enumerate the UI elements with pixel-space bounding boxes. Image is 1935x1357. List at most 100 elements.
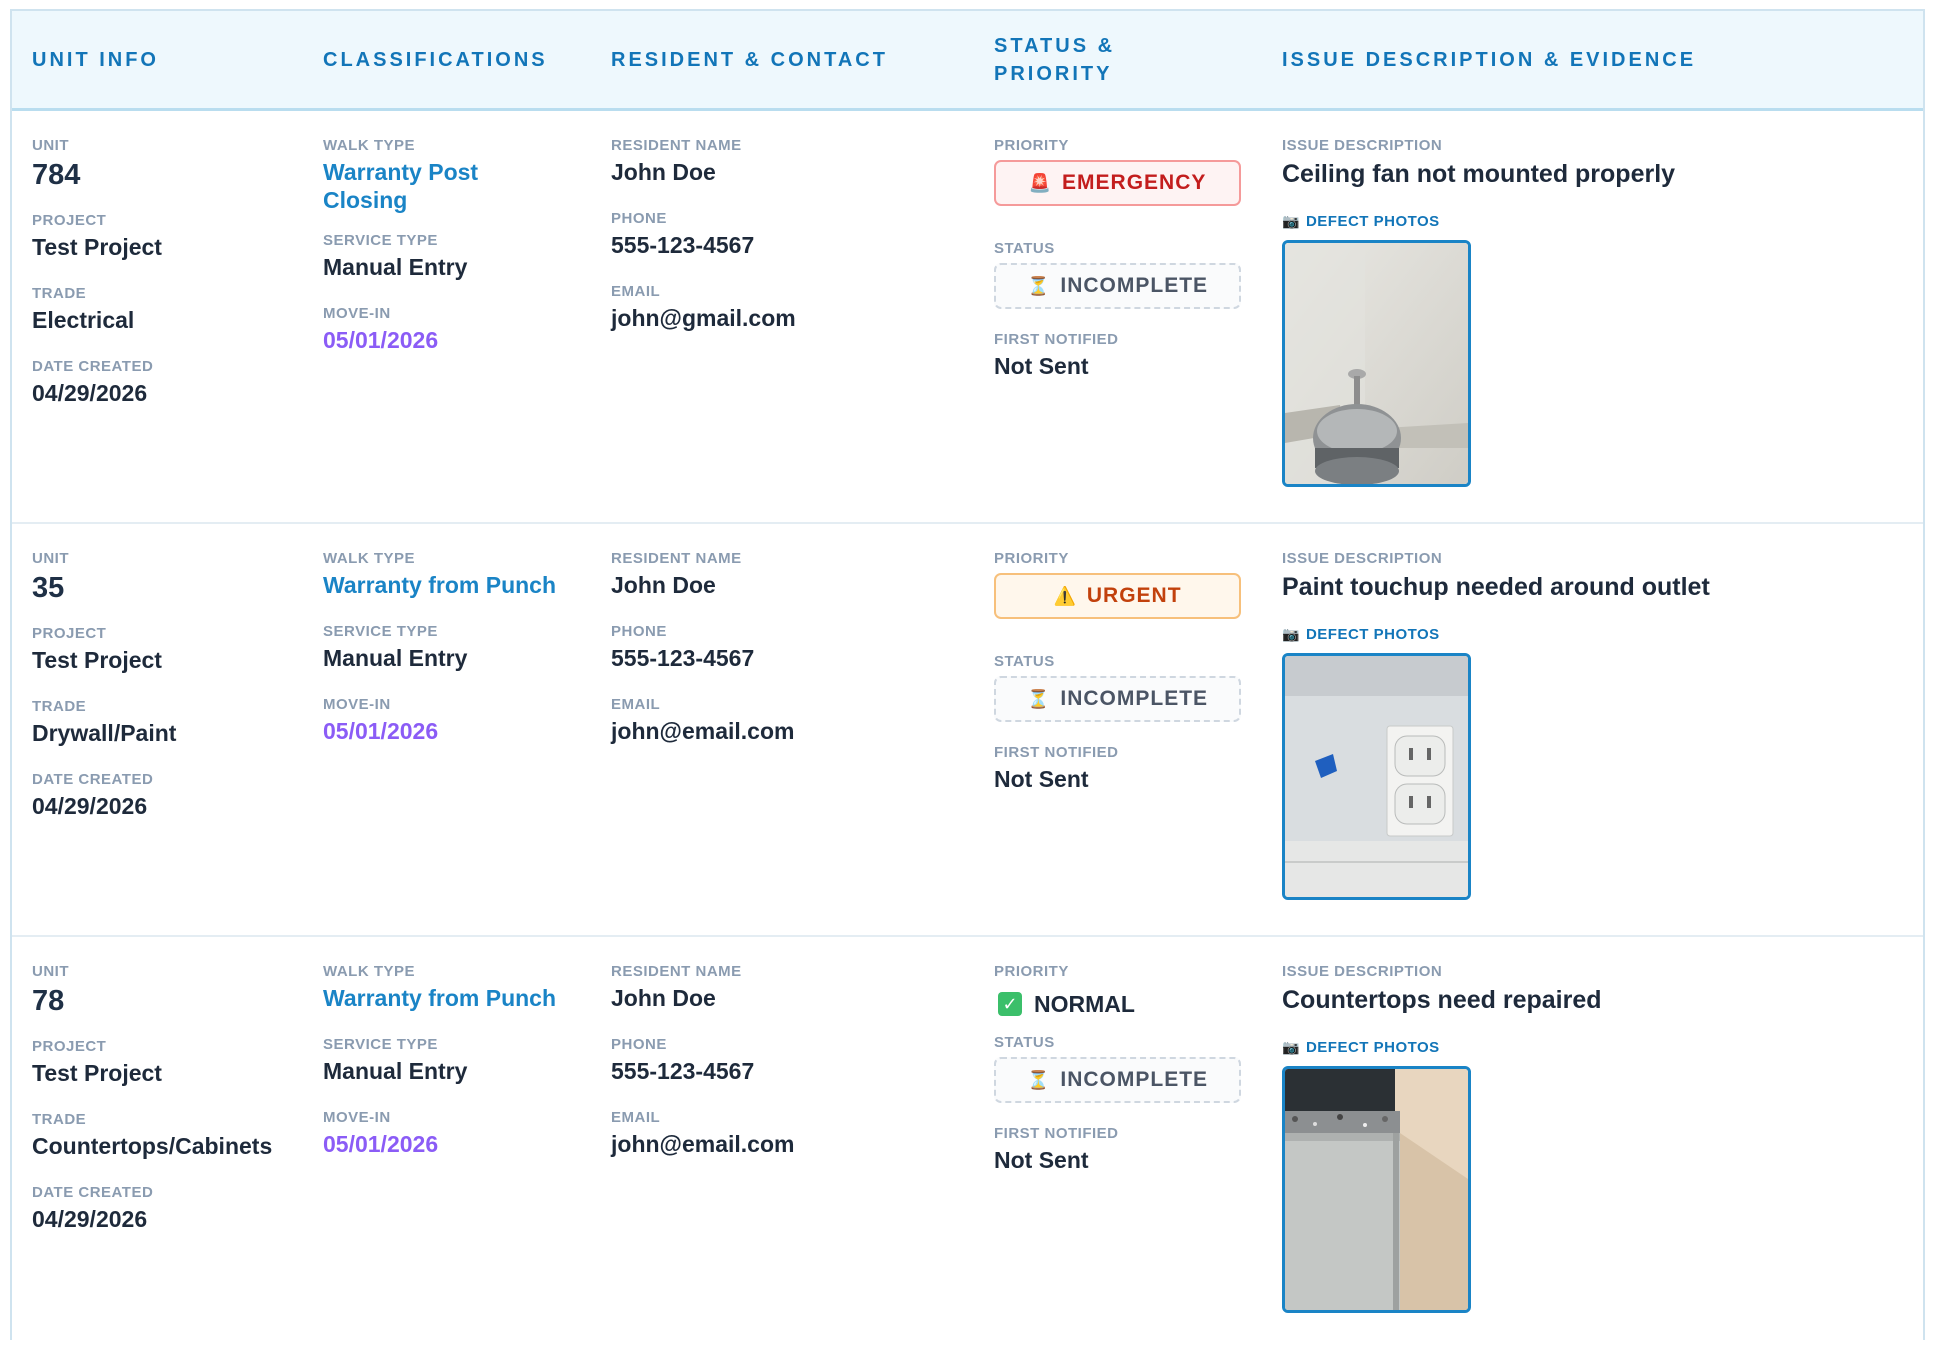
status-badge[interactable]: ⏳ INCOMPLETE [994, 1057, 1241, 1103]
email-value[interactable]: john@email.com [611, 717, 974, 745]
walk-type-label: WALK TYPE [323, 137, 416, 154]
unit-label: UNIT [32, 137, 69, 154]
resident-name-label: RESIDENT NAME [611, 137, 742, 154]
issue-cell: ISSUE DESCRIPTION Countertops need repai… [1262, 937, 1923, 1357]
table-row[interactable]: UNIT 35 PROJECT Test Project TRADE Drywa… [12, 524, 1923, 937]
email-value[interactable]: john@gmail.com [611, 304, 974, 332]
siren-icon: 🚨 [1028, 172, 1053, 193]
header-issue-evidence[interactable]: ISSUE DESCRIPTION & EVIDENCE [1262, 46, 1923, 74]
status-text: INCOMPLETE [1060, 1068, 1209, 1091]
resident-name-label: RESIDENT NAME [611, 963, 742, 980]
trade-value: Countertops/Cabinets [32, 1133, 273, 1159]
classifications-cell: WALK TYPE Warranty Post Closing SERVICE … [303, 111, 591, 522]
issue-description-label: ISSUE DESCRIPTION [1282, 963, 1443, 980]
issue-description-label: ISSUE DESCRIPTION [1282, 137, 1443, 154]
warning-icon: ⚠️ [1053, 585, 1077, 606]
header-status-priority[interactable]: STATUS & PRIORITY [974, 32, 1262, 88]
trade-label: TRADE [32, 698, 87, 715]
issue-description-label: ISSUE DESCRIPTION [1282, 550, 1443, 567]
ceiling-fan-photo[interactable] [1282, 240, 1471, 487]
project-label: PROJECT [32, 625, 107, 642]
header-resident-contact[interactable]: RESIDENT & CONTACT [591, 46, 974, 74]
unit-number: 35 [32, 572, 65, 604]
status-badge[interactable]: ⏳ INCOMPLETE [994, 263, 1241, 309]
priority-label: PRIORITY [994, 963, 1069, 980]
date-created-value: 04/29/2026 [32, 1206, 148, 1232]
header-classifications[interactable]: CLASSIFICATIONS [303, 46, 591, 74]
date-created-label: DATE CREATED [32, 358, 154, 375]
resident-name-label: RESIDENT NAME [611, 550, 742, 567]
status-cell: PRIORITY ⚠️ URGENT STATUS ⏳ INCOMPLETE F… [974, 524, 1262, 935]
phone-label: PHONE [611, 210, 667, 227]
service-type-value: Manual Entry [323, 1058, 468, 1084]
walk-type-value: Warranty Post Closing [323, 159, 479, 213]
status-text: INCOMPLETE [1060, 687, 1209, 710]
first-notified-value: Not Sent [994, 766, 1089, 792]
camera-icon: 📷 [1282, 213, 1300, 229]
status-label: STATUS [994, 240, 1055, 257]
phone-value[interactable]: 555-123-4567 [611, 1057, 974, 1085]
defect-photos-label: 📷 DEFECT PHOTOS [1282, 1039, 1440, 1056]
classifications-cell: WALK TYPE Warranty from Punch SERVICE TY… [303, 524, 591, 935]
hourglass-icon: ⏳ [1026, 688, 1051, 709]
priority-badge[interactable]: ✓ NORMAL [994, 986, 1262, 1022]
email-label: EMAIL [611, 1109, 661, 1126]
service-type-label: SERVICE TYPE [323, 623, 438, 640]
unit-info-cell: UNIT 78 PROJECT Test Project TRADE Count… [12, 937, 303, 1357]
trade-value: Electrical [32, 307, 135, 333]
trade-label: TRADE [32, 1111, 87, 1128]
issue-cell: ISSUE DESCRIPTION Paint touchup needed a… [1262, 524, 1923, 935]
move-in-value: 05/01/2026 [323, 1131, 439, 1157]
table-row[interactable]: UNIT 78 PROJECT Test Project TRADE Count… [12, 937, 1923, 1357]
walk-type-value: Warranty from Punch [323, 985, 557, 1011]
resident-cell: RESIDENT NAME John Doe PHONE 555-123-456… [591, 937, 974, 1357]
header-unit-info[interactable]: UNIT INFO [12, 46, 303, 74]
priority-label: PRIORITY [994, 550, 1069, 567]
unit-info-cell: UNIT 784 PROJECT Test Project TRADE Elec… [12, 111, 303, 522]
email-label: EMAIL [611, 696, 661, 713]
walk-type-value: Warranty from Punch [323, 572, 557, 598]
unit-label: UNIT [32, 963, 69, 980]
move-in-label: MOVE-IN [323, 696, 391, 713]
phone-label: PHONE [611, 1036, 667, 1053]
phone-label: PHONE [611, 623, 667, 640]
resident-name-value: John Doe [611, 159, 716, 185]
defects-table: UNIT INFO CLASSIFICATIONS RESIDENT & CON… [10, 9, 1925, 1340]
resident-cell: RESIDENT NAME John Doe PHONE 555-123-456… [591, 111, 974, 522]
phone-value[interactable]: 555-123-4567 [611, 644, 974, 672]
first-notified-label: FIRST NOTIFIED [994, 1125, 1119, 1142]
service-type-value: Manual Entry [323, 254, 468, 280]
service-type-label: SERVICE TYPE [323, 1036, 438, 1053]
move-in-value: 05/01/2026 [323, 327, 439, 353]
phone-value[interactable]: 555-123-4567 [611, 231, 974, 259]
status-text: INCOMPLETE [1060, 274, 1209, 297]
hourglass-icon: ⏳ [1026, 275, 1051, 296]
table-row[interactable]: UNIT 784 PROJECT Test Project TRADE Elec… [12, 111, 1923, 524]
first-notified-value: Not Sent [994, 353, 1089, 379]
wall-outlet-photo[interactable] [1282, 653, 1471, 900]
camera-icon: 📷 [1282, 1039, 1300, 1055]
move-in-label: MOVE-IN [323, 1109, 391, 1126]
date-created-value: 04/29/2026 [32, 380, 148, 406]
unit-number: 78 [32, 985, 65, 1017]
table-header: UNIT INFO CLASSIFICATIONS RESIDENT & CON… [12, 11, 1923, 111]
email-value[interactable]: john@email.com [611, 1130, 974, 1158]
check-icon: ✓ [998, 992, 1022, 1016]
move-in-value: 05/01/2026 [323, 718, 439, 744]
issue-description-value: Paint touchup needed around outlet [1282, 573, 1710, 601]
walk-type-label: WALK TYPE [323, 550, 416, 567]
issue-description-value: Ceiling fan not mounted properly [1282, 160, 1676, 188]
priority-badge[interactable]: ⚠️ URGENT [994, 573, 1241, 619]
project-value: Test Project [32, 647, 162, 673]
classifications-cell: WALK TYPE Warranty from Punch SERVICE TY… [303, 937, 591, 1357]
first-notified-label: FIRST NOTIFIED [994, 331, 1119, 348]
priority-badge[interactable]: 🚨 EMERGENCY [994, 160, 1241, 206]
project-label: PROJECT [32, 212, 107, 229]
service-type-value: Manual Entry [323, 645, 468, 671]
countertop-photo[interactable] [1282, 1066, 1471, 1313]
service-type-label: SERVICE TYPE [323, 232, 438, 249]
priority-text: EMERGENCY [1062, 171, 1207, 194]
status-badge[interactable]: ⏳ INCOMPLETE [994, 676, 1241, 722]
unit-info-cell: UNIT 35 PROJECT Test Project TRADE Drywa… [12, 524, 303, 935]
first-notified-label: FIRST NOTIFIED [994, 744, 1119, 761]
